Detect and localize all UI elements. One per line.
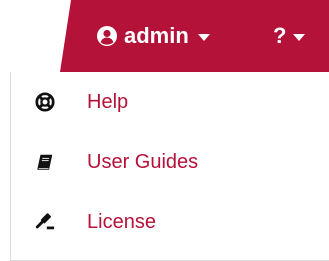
menu-item-license-label: License xyxy=(87,210,156,233)
life-ring-icon xyxy=(34,91,56,113)
help-menu-toggle[interactable]: ? xyxy=(273,0,306,72)
caret-down-icon xyxy=(293,33,306,41)
user-circle-icon xyxy=(96,25,118,47)
user-menu-toggle[interactable]: admin xyxy=(96,0,210,72)
user-menu-label: admin xyxy=(124,23,189,48)
top-navbar: admin ? xyxy=(0,0,329,72)
menu-item-help[interactable]: Help xyxy=(11,82,329,122)
user-dropdown-menu: Help User Guides License xyxy=(10,72,329,261)
book-icon xyxy=(34,151,56,173)
menu-item-user-guides[interactable]: User Guides xyxy=(11,142,329,182)
help-menu-label: ? xyxy=(273,23,287,48)
menu-item-license[interactable]: License xyxy=(11,202,329,242)
menu-item-user-guides-label: User Guides xyxy=(87,150,199,173)
menu-item-help-label: Help xyxy=(87,90,129,113)
caret-down-icon xyxy=(197,33,210,41)
gavel-icon xyxy=(34,211,56,233)
